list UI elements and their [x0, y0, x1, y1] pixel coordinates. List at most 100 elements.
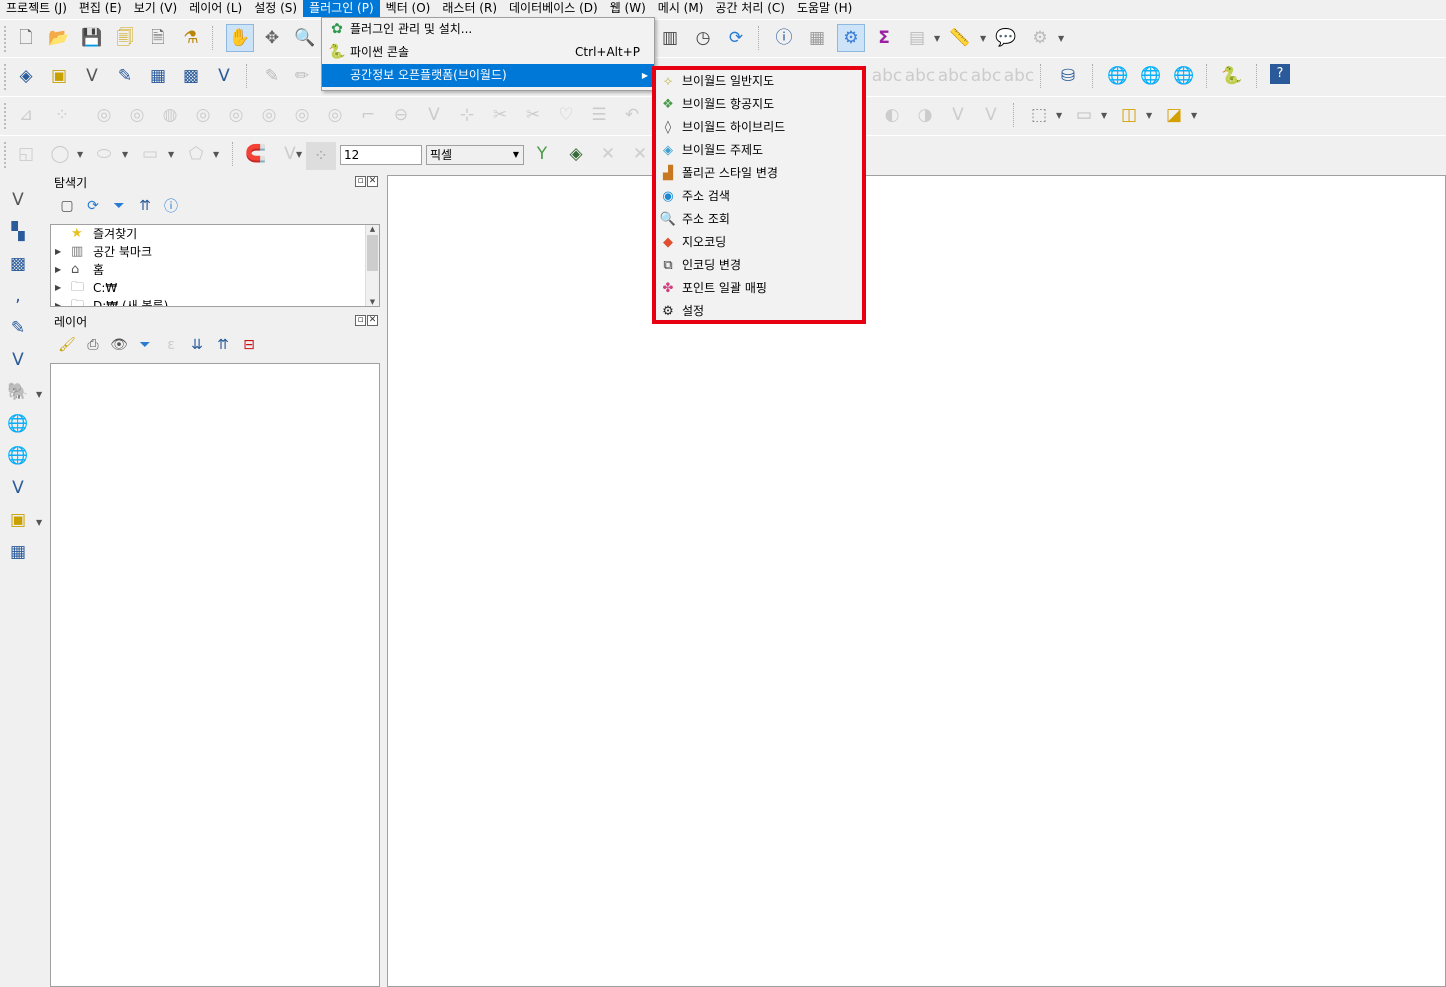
snapping-intersection-icon[interactable]: ✕ — [596, 142, 620, 166]
offset-point-symbols-icon[interactable]: ⊹ — [455, 103, 479, 127]
refresh-icon[interactable]: ⟳ — [82, 196, 104, 216]
menu-vector[interactable]: 벡터 (O) — [380, 0, 437, 17]
open-project-icon[interactable]: 📂 — [47, 26, 71, 50]
merge-features-icon[interactable]: ⊖ — [389, 103, 413, 127]
zoom-in-icon[interactable]: 🔍 — [293, 26, 317, 50]
snapping-magnet-icon[interactable]: 🧲 — [244, 142, 268, 166]
add-wfs-layer-icon[interactable]: 🌐 — [6, 444, 30, 468]
split-features-icon[interactable]: ◎ — [323, 103, 347, 127]
pan-to-selection-icon[interactable]: ✥ — [260, 26, 284, 50]
add-wcs-layer-icon[interactable]: 🌐 — [1172, 64, 1196, 88]
circle-digitizing-icon[interactable]: ◯ — [48, 142, 72, 166]
add-postgis-layer-icon[interactable]: 🐘 — [6, 380, 30, 404]
label-pin-icon[interactable]: abc — [938, 64, 969, 88]
chevron-down-icon[interactable]: ▼ — [1146, 111, 1152, 120]
new-table-icon[interactable]: ▦ — [6, 540, 30, 564]
menu-mesh[interactable]: 메시 (M) — [652, 0, 710, 17]
select-by-value-icon[interactable]: V — [979, 103, 1003, 127]
chevron-down-icon[interactable]: ▼ — [1056, 111, 1062, 120]
refresh-icon[interactable]: ⟳ — [724, 26, 748, 50]
menu-plugins[interactable]: 플러그인 (P) — [303, 0, 380, 17]
toolbar-grip[interactable] — [4, 142, 8, 168]
style-manager-icon[interactable]: ⚗ — [179, 26, 203, 50]
add-virtual-layer-icon[interactable]: V — [6, 348, 30, 372]
chevron-down-icon[interactable]: ▼ — [980, 34, 986, 43]
expand-arrow-icon[interactable]: ▶ — [55, 297, 61, 306]
select-freehand-icon[interactable]: ◑ — [913, 103, 937, 127]
processing-toolbox-icon[interactable]: ⚙ — [837, 24, 865, 52]
menu-processing[interactable]: 공간 처리 (C) — [709, 0, 791, 17]
submenu-item-base-map[interactable]: ⟡ 브이월드 일반지도 — [656, 70, 862, 93]
menu-view[interactable]: 보기 (V) — [128, 0, 183, 17]
submenu-item-point-mapping[interactable]: ✤ 포인트 일괄 매핑 — [656, 277, 862, 300]
print-layout-icon[interactable]: 🗎 — [146, 26, 170, 50]
select-polygon-icon[interactable]: ◐ — [880, 103, 904, 127]
menu-database[interactable]: 데이터베이스 (D) — [503, 0, 604, 17]
remove-layer-icon[interactable]: ⊟ — [238, 335, 260, 355]
delete-ring-icon[interactable]: ◎ — [191, 103, 215, 127]
delete-part-icon[interactable]: ◎ — [224, 103, 248, 127]
new-geopackage-layer-icon[interactable]: ▣ — [47, 64, 71, 88]
menu-web[interactable]: 웹 (W) — [604, 0, 652, 17]
expand-all-icon[interactable]: ⇊ — [186, 335, 208, 355]
scroll-thumb[interactable] — [367, 235, 378, 271]
copy-features-icon[interactable]: ✂ — [521, 103, 545, 127]
menu-item-manage-plugins[interactable]: ✿ 플러그인 관리 및 설치... — [322, 18, 654, 41]
menu-project[interactable]: 프로젝트 (J) — [0, 0, 73, 17]
add-group-icon[interactable]: ⎙ — [82, 335, 104, 355]
rotate-point-symbols-icon[interactable]: V — [422, 103, 446, 127]
chevron-down-icon[interactable]: ▼ — [1101, 111, 1107, 120]
identify-features-icon[interactable]: ⓘ — [772, 26, 796, 50]
label-toggle-icon[interactable]: abc — [905, 64, 936, 88]
toggle-editing-icon[interactable]: ✏ — [290, 64, 314, 88]
select-all-icon[interactable]: ▭ — [1072, 103, 1096, 127]
bookmark-icon[interactable]: ▥ — [658, 26, 682, 50]
add-ring-icon[interactable]: ◎ — [92, 103, 116, 127]
info-icon[interactable]: ⓘ — [160, 196, 182, 216]
label-move-icon[interactable]: abc — [971, 64, 1002, 88]
new-mesh-layer-icon[interactable]: V — [212, 64, 236, 88]
undo-icon[interactable]: ↶ — [620, 103, 644, 127]
chevron-down-icon[interactable]: ▼ — [36, 518, 42, 527]
attribute-table-icon[interactable]: ▦ — [805, 26, 829, 50]
tree-row[interactable]: ▶ 🗀 D:₩ (새 볼륨) — [51, 297, 379, 306]
add-vector-layer-icon[interactable]: V — [6, 188, 30, 212]
select-location-icon[interactable]: ◪ — [1162, 103, 1186, 127]
new-shapefile-layer-icon[interactable]: V — [80, 64, 104, 88]
menu-edit[interactable]: 편집 (E) — [73, 0, 128, 17]
menu-raster[interactable]: 래스터 (R) — [436, 0, 503, 17]
expand-arrow-icon[interactable]: ▶ — [55, 279, 61, 297]
add-mesh-layer-icon[interactable]: ▩ — [6, 252, 30, 276]
submenu-item-polygon-style[interactable]: ▟ 폴리곤 스타일 변경 — [656, 162, 862, 185]
close-icon[interactable]: ✕ — [367, 176, 378, 187]
add-vector-tile-icon[interactable]: V — [6, 476, 30, 500]
deselect-icon[interactable]: ◫ — [1117, 103, 1141, 127]
add-geopackage-icon[interactable]: ▣ — [6, 508, 30, 532]
align-icon[interactable]: ☰ — [587, 103, 611, 127]
snapping-unit-select[interactable]: 픽셀 ▼ — [426, 145, 524, 165]
filter-legend-icon[interactable]: ⏷ — [134, 335, 156, 355]
offset-curve-icon[interactable]: ◎ — [290, 103, 314, 127]
help-icon[interactable]: ? — [1270, 64, 1290, 84]
add-wms-layer-icon[interactable]: 🌐 — [1106, 64, 1130, 88]
add-layer-icon[interactable]: ▢ — [56, 196, 78, 216]
collapse-all-icon[interactable]: ⇈ — [212, 335, 234, 355]
topological-editing-icon[interactable]: Y — [530, 142, 554, 166]
toolbar-grip[interactable] — [4, 103, 8, 129]
new-virtual-layer-icon[interactable]: ▩ — [179, 64, 203, 88]
expand-arrow-icon[interactable]: ▶ — [55, 261, 61, 279]
add-raster-layer-icon[interactable]: ▚ — [6, 220, 30, 244]
avoid-overlap-icon[interactable]: ◈ — [564, 142, 588, 166]
shape-digitizing-icon[interactable]: ◱ — [14, 142, 38, 166]
new-spatialite-layer-icon[interactable]: ✎ — [113, 64, 137, 88]
submenu-item-address-search[interactable]: ◉ 주소 검색 — [656, 185, 862, 208]
statistical-summary-icon[interactable]: Σ — [872, 26, 896, 50]
select-features-icon[interactable]: ⬚ — [1027, 103, 1051, 127]
snapping-type-icon[interactable]: ⁘ — [306, 142, 336, 170]
ellipse-digitizing-icon[interactable]: ⬭ — [92, 142, 116, 166]
submenu-item-hybrid-map[interactable]: ◊ 브이월드 하이브리드 — [656, 116, 862, 139]
python-console-icon[interactable]: 🐍 — [1220, 64, 1244, 88]
browser-scrollbar[interactable]: ▲ ▼ — [365, 225, 379, 306]
filter-icon[interactable]: ⏷ — [108, 196, 130, 216]
close-icon[interactable]: ✕ — [367, 315, 378, 326]
